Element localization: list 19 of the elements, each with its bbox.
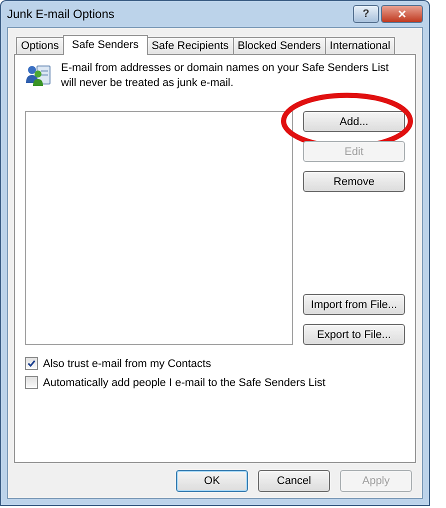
file-button[interactable]: Import from File... — [303, 294, 405, 315]
file-button[interactable]: Export to File... — [303, 324, 405, 345]
tab[interactable]: International — [324, 37, 396, 54]
checkbox-label: Also trust e-mail from my Contacts — [43, 358, 212, 370]
tab[interactable]: Safe Senders — [62, 35, 148, 55]
checkbox[interactable] — [25, 357, 38, 370]
checkbox-label: Automatically add people I e-mail to the Safe Senders List — [43, 376, 326, 388]
dialog-button[interactable]: OK — [176, 470, 248, 492]
help-button[interactable]: ? — [353, 5, 379, 23]
tab[interactable]: Blocked Senders — [232, 37, 326, 54]
dialog-button[interactable]: Cancel — [258, 470, 330, 492]
tab[interactable]: Safe Recipients — [146, 37, 234, 54]
tab[interactable]: Options — [16, 37, 64, 54]
window-title: Junk E-mail Options — [7, 7, 114, 21]
checkbox[interactable] — [25, 376, 38, 389]
list-button[interactable]: Add... — [303, 111, 405, 132]
list-button[interactable]: Remove — [303, 171, 405, 192]
people-icon — [25, 63, 51, 87]
description-text: E-mail from addresses or domain names on your Safe Senders List will never be treated as junk e-mail. — [61, 61, 390, 91]
